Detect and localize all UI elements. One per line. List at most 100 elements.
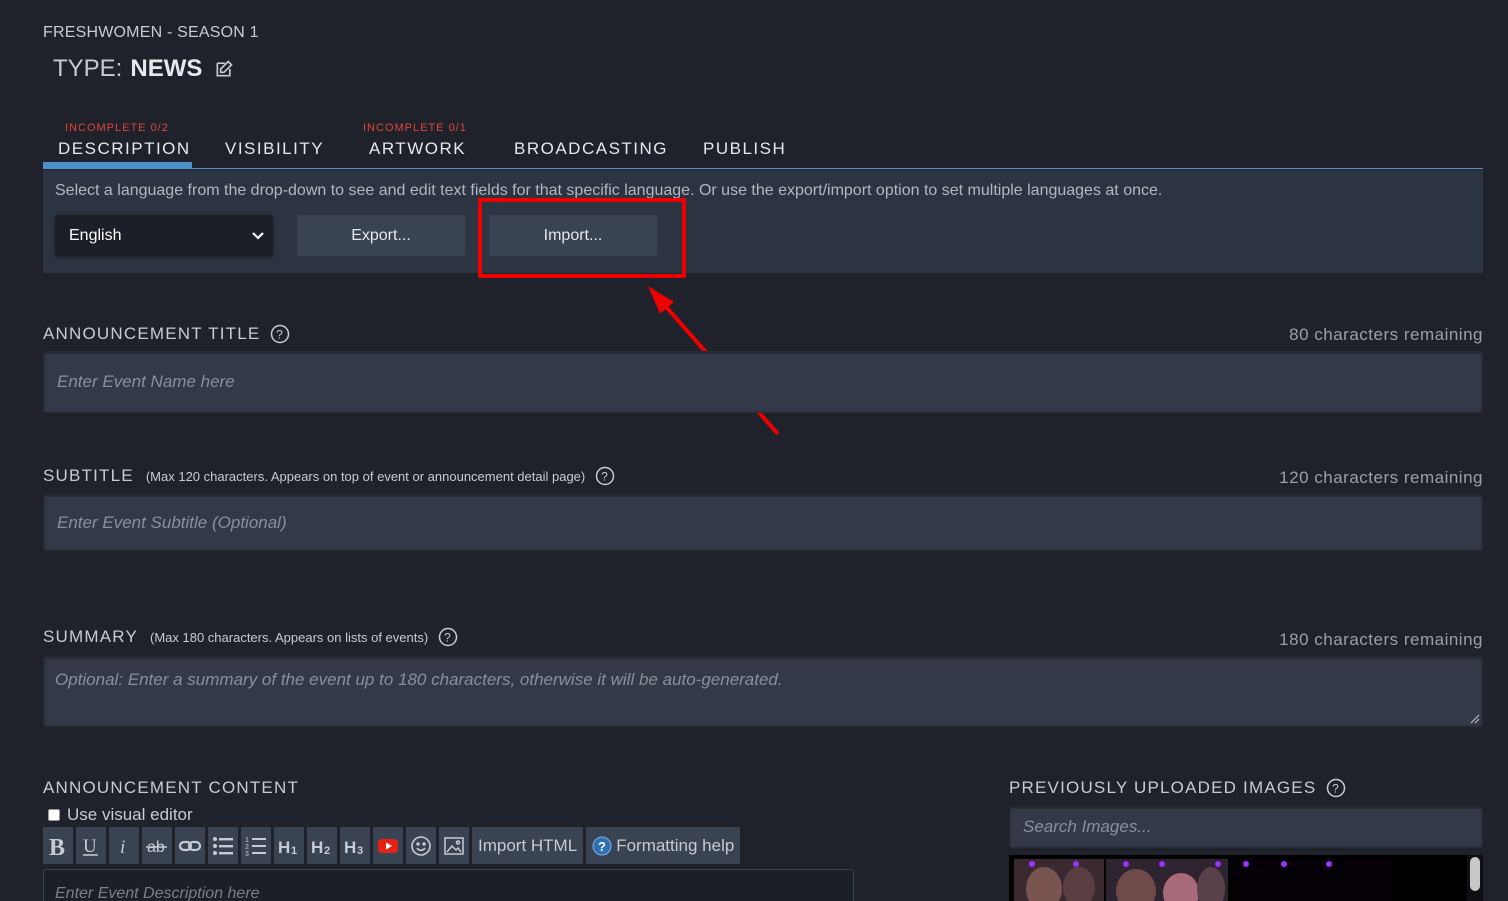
announcement-title-input[interactable]: Enter Event Name here xyxy=(43,351,1483,413)
tab-visibility[interactable]: VISIBILITY xyxy=(225,118,335,169)
svg-text:?: ? xyxy=(601,470,609,484)
tab-bar: INCOMPLETE 0/2 DESCRIPTION VISIBILITY IN… xyxy=(43,118,1483,169)
subtitle-hint: (Max 120 characters. Appears on top of e… xyxy=(145,468,586,484)
type-label: TYPE: xyxy=(53,55,123,82)
image-icon xyxy=(444,836,464,855)
svg-text:2: 2 xyxy=(324,845,330,857)
formatting-help-button[interactable]: ? Formatting help xyxy=(586,827,741,864)
help-icon[interactable]: ? xyxy=(438,627,458,647)
annotation-highlight-box xyxy=(478,198,686,278)
svg-text:?: ? xyxy=(444,631,452,645)
visual-editor-label: Use visual editor xyxy=(67,805,193,824)
youtube-button[interactable] xyxy=(373,827,403,864)
summary-label: SUMMARY (Max 180 characters. Appears on … xyxy=(43,627,458,647)
resize-handle-icon[interactable] xyxy=(1470,714,1480,724)
emoticon-button[interactable] xyxy=(406,827,436,864)
label-text: SUBTITLE xyxy=(43,466,134,485)
numbered-list-button[interactable]: 1 2 3 xyxy=(241,827,271,864)
tab-description[interactable]: INCOMPLETE 0/2 DESCRIPTION xyxy=(43,118,192,169)
help-circle-icon: ? xyxy=(592,836,612,855)
edit-icon[interactable] xyxy=(214,59,234,79)
scrollbar-thumb[interactable] xyxy=(1470,857,1480,891)
uploaded-image-thumbnail[interactable] xyxy=(1014,859,1104,901)
svg-text:3: 3 xyxy=(245,851,249,858)
link-button[interactable] xyxy=(175,827,205,864)
svg-text:B: B xyxy=(49,835,65,858)
chevron-down-icon xyxy=(252,232,264,240)
help-icon[interactable]: ? xyxy=(595,466,615,486)
label-text: SUMMARY xyxy=(43,627,138,646)
heading-2-button[interactable]: H2 xyxy=(307,827,337,864)
help-icon[interactable]: ? xyxy=(1326,778,1346,798)
tab-artwork[interactable]: INCOMPLETE 0/1 ARTWORK xyxy=(363,118,473,169)
bold-icon: B xyxy=(49,835,65,858)
svg-text:H: H xyxy=(278,838,290,857)
tab-publish[interactable]: PUBLISH xyxy=(703,118,793,169)
tab-label: VISIBILITY xyxy=(225,139,325,158)
language-panel: Select a language from the drop-down to … xyxy=(43,170,1483,273)
svg-text:2: 2 xyxy=(245,844,249,851)
uploaded-images-label: PREVIOUSLY UPLOADED IMAGES ? xyxy=(1009,778,1346,798)
svg-text:H: H xyxy=(344,838,356,857)
announcement-title-label: ANNOUNCEMENT TITLE ? xyxy=(43,324,290,344)
bullet-list-button[interactable] xyxy=(208,827,238,864)
svg-text:?: ? xyxy=(598,839,606,854)
uploaded-images-grid xyxy=(1009,855,1483,901)
language-select[interactable]: English xyxy=(55,215,273,256)
summary-hint: (Max 180 characters. Appears on lists of… xyxy=(150,629,429,645)
tab-label: PUBLISH xyxy=(703,139,787,158)
tab-warning: INCOMPLETE 0/2 xyxy=(65,122,169,134)
subtitle-char-counter: 120 characters remaining xyxy=(1279,468,1483,487)
label-text: ANNOUNCEMENT TITLE xyxy=(43,324,261,343)
breadcrumb: FRESHWOMEN - SEASON 1 xyxy=(43,24,259,41)
emoticon-icon xyxy=(411,835,431,856)
formatting-toolbar: B U i ab 1 2 3 H1 H2 H3 Import HTML ? Fo… xyxy=(43,827,741,864)
italic-icon: i xyxy=(120,837,125,858)
youtube-icon xyxy=(378,838,398,853)
bold-button[interactable]: B xyxy=(43,827,73,864)
tab-broadcasting[interactable]: BROADCASTING xyxy=(514,118,667,169)
heading-1-icon: H1 xyxy=(278,838,297,857)
tab-label: ARTWORK xyxy=(369,139,467,158)
search-images-input[interactable]: Search Images... xyxy=(1009,806,1483,848)
underline-button[interactable]: U xyxy=(76,827,106,864)
tab-label: BROADCASTING xyxy=(514,139,669,158)
images-scrollbar[interactable] xyxy=(1467,855,1483,901)
link-icon xyxy=(178,840,202,851)
svg-text:1: 1 xyxy=(245,837,249,844)
svg-text:1: 1 xyxy=(291,845,297,857)
italic-button[interactable]: i xyxy=(109,827,139,864)
announcement-content-label: ANNOUNCEMENT CONTENT xyxy=(43,778,300,797)
svg-text:3: 3 xyxy=(357,845,363,857)
uploaded-image-thumbnail[interactable] xyxy=(1106,859,1228,901)
svg-text:U: U xyxy=(83,836,97,857)
heading-3-button[interactable]: H3 xyxy=(340,827,370,864)
visual-editor-checkbox[interactable] xyxy=(48,809,60,821)
import-html-button[interactable]: Import HTML xyxy=(472,827,584,864)
tab-warning: INCOMPLETE 0/1 xyxy=(363,122,467,134)
subtitle-input[interactable]: Enter Event Subtitle (Optional) xyxy=(43,494,1483,551)
image-button[interactable] xyxy=(439,827,469,864)
heading-3-icon: H3 xyxy=(344,838,363,857)
formatting-help-label: Formatting help xyxy=(616,835,735,855)
strikethrough-button[interactable]: ab xyxy=(142,827,172,864)
bullet-list-icon xyxy=(213,836,233,855)
heading-2-icon: H2 xyxy=(311,838,330,857)
svg-text:?: ? xyxy=(1332,782,1340,796)
event-description-editor[interactable]: Enter Event Description here xyxy=(43,869,854,901)
title-char-counter: 80 characters remaining xyxy=(1289,325,1483,344)
heading-1-button[interactable]: H1 xyxy=(274,827,304,864)
underline-icon: U xyxy=(83,836,98,857)
summary-textarea[interactable]: Optional: Enter a summary of the event u… xyxy=(43,656,1483,727)
strikethrough-icon: ab xyxy=(146,839,167,856)
page-title: TYPE: NEWS xyxy=(53,55,234,83)
tab-label: DESCRIPTION xyxy=(58,139,191,158)
numbered-list-icon: 1 2 3 xyxy=(245,837,266,858)
summary-char-counter: 180 characters remaining xyxy=(1279,630,1483,649)
svg-text:i: i xyxy=(120,837,125,858)
help-icon[interactable]: ? xyxy=(270,324,290,344)
selected-language: English xyxy=(69,226,122,244)
svg-text:H: H xyxy=(311,838,323,857)
export-button[interactable]: Export... xyxy=(297,215,465,256)
uploaded-image-thumbnail[interactable] xyxy=(1234,859,1394,901)
